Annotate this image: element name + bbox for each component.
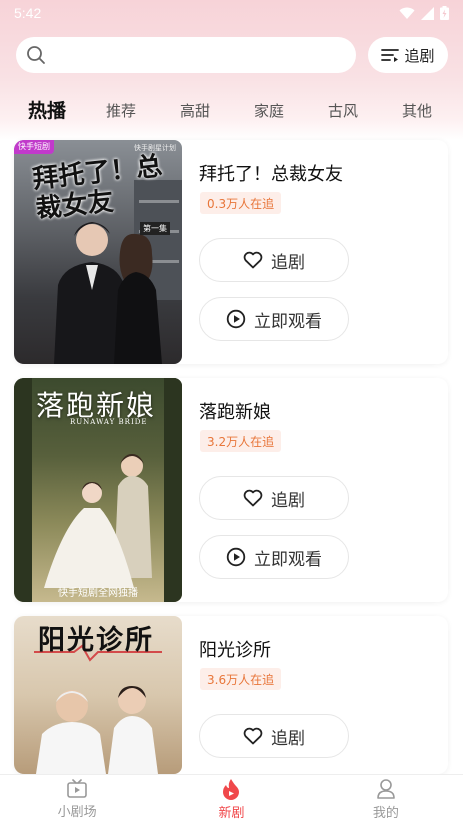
follow-button[interactable]: 追剧 (199, 714, 349, 758)
drama-card[interactable]: 落跑新娘 RUNAWAY BRIDE 快手短剧全网独播 落跑新娘 3.2万人在追… (14, 378, 448, 602)
search-icon (27, 46, 45, 64)
drama-title[interactable]: 落跑新娘 (199, 398, 271, 424)
drama-poster[interactable]: 落跑新娘 RUNAWAY BRIDE 快手短剧全网独播 (14, 378, 182, 602)
watch-label: 立即观看 (254, 549, 322, 570)
follow-label: 追剧 (271, 728, 305, 749)
poster-subtitle: RUNAWAY BRIDE (70, 418, 148, 426)
nav-new[interactable]: 新剧 (154, 775, 308, 824)
poster-tag: 快手短剧 (14, 140, 54, 154)
nav-profile-label: 我的 (372, 806, 399, 821)
nav-profile[interactable]: 我的 (309, 775, 463, 824)
followers-badge: 0.3万人在追 (200, 192, 282, 214)
followers-badge: 3.6万人在追 (200, 668, 282, 690)
drama-poster[interactable]: 阳光诊所 (14, 616, 182, 774)
nav-new-label: 新剧 (218, 806, 245, 821)
watch-label: 立即观看 (254, 311, 322, 332)
watch-button[interactable]: 立即观看 (199, 297, 349, 341)
drama-card[interactable]: 快手短剧 快手剧星计划 拜托了！总裁女友 第一集 拜托了！总裁女友 0.3万人在… (14, 140, 448, 364)
followers-badge: 3.2万人在追 (200, 430, 282, 452)
tab-recommend[interactable]: 推荐 (106, 100, 136, 121)
nav-theater[interactable]: 小剧场 (0, 775, 154, 824)
poster-episode: 第一集 (140, 222, 170, 235)
battery-icon (440, 6, 449, 20)
drama-card[interactable]: 阳光诊所 阳光诊所 3.6万人在追 追剧 (14, 616, 448, 774)
flame-icon (223, 779, 240, 800)
watch-button[interactable]: 立即观看 (199, 535, 349, 579)
bottom-nav: 小剧场 新剧 我的 (0, 774, 463, 824)
signal-icon (421, 6, 434, 20)
status-bar: 5:42 (0, 0, 463, 26)
tab-other[interactable]: 其他 (402, 100, 432, 121)
search-input[interactable] (16, 37, 356, 73)
status-time: 5:42 (14, 5, 42, 21)
list-icon (381, 49, 400, 62)
tv-icon (67, 779, 87, 798)
play-icon (226, 547, 246, 567)
tab-sweet[interactable]: 高甜 (180, 100, 210, 121)
status-icons (399, 6, 449, 20)
follow-button[interactable]: 追剧 (199, 238, 349, 282)
tab-hot[interactable]: 热播 (28, 96, 66, 123)
nav-theater-label: 小剧场 (57, 805, 97, 820)
heart-icon (243, 727, 263, 745)
person-icon (377, 779, 395, 799)
follow-button[interactable]: 追剧 (199, 476, 349, 520)
drama-poster[interactable]: 快手短剧 快手剧星计划 拜托了！总裁女友 第一集 (14, 140, 182, 364)
follow-list-button[interactable]: 追剧 (368, 37, 448, 73)
tab-ancient[interactable]: 古风 (328, 100, 358, 121)
tab-family[interactable]: 家庭 (254, 100, 284, 121)
heart-icon (243, 251, 263, 269)
drama-title[interactable]: 拜托了！总裁女友 (199, 160, 343, 186)
search-row: 追剧 (16, 37, 448, 73)
poster-footer: 快手短剧全网独播 (58, 588, 138, 599)
poster-title: 阳光诊所 (38, 625, 154, 656)
wifi-icon (399, 7, 415, 19)
follow-list-label: 追剧 (404, 46, 435, 65)
heart-icon (243, 489, 263, 507)
play-icon (226, 309, 246, 329)
drama-title[interactable]: 阳光诊所 (199, 636, 271, 662)
category-tabs: 热播 推荐 高甜 家庭 古风 其他 (0, 92, 463, 126)
follow-label: 追剧 (271, 490, 305, 511)
follow-label: 追剧 (271, 252, 305, 273)
